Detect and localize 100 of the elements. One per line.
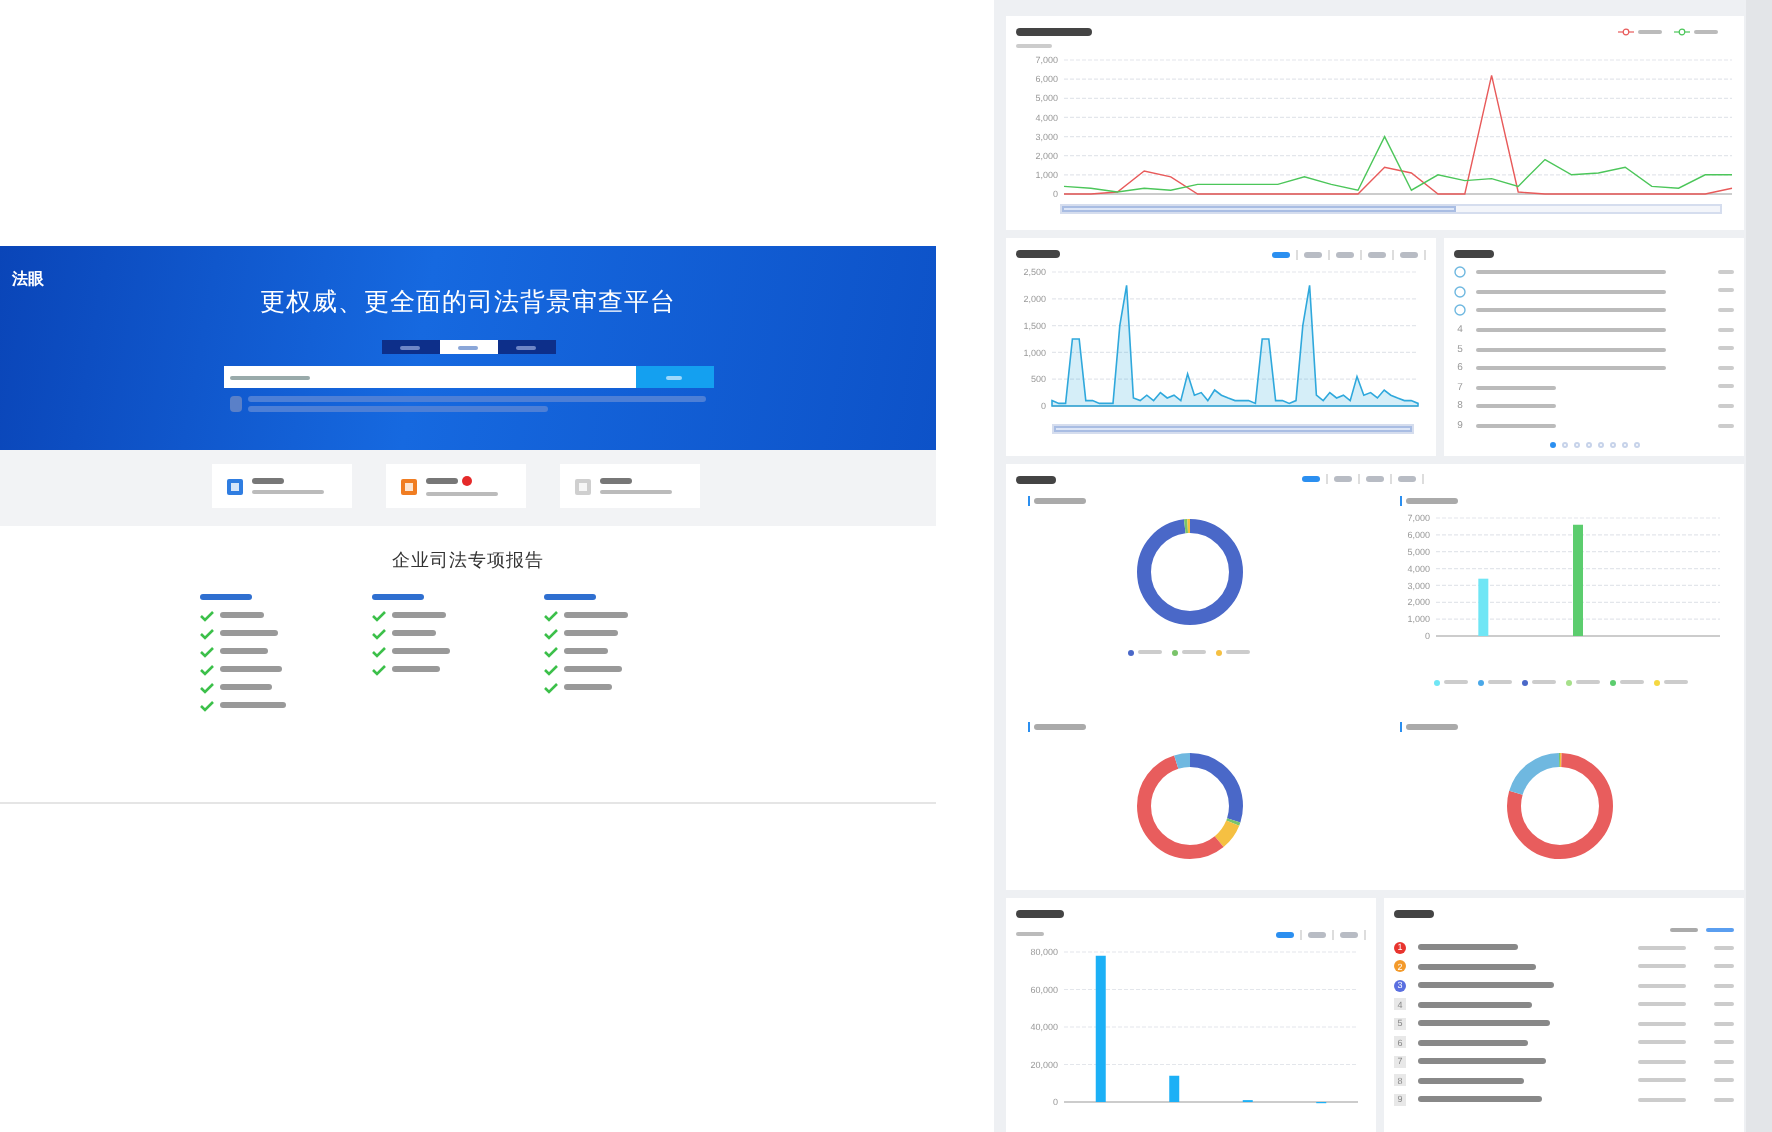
blurred-text (252, 478, 284, 484)
blurred-text (1016, 28, 1092, 36)
blurred-text (600, 478, 632, 484)
legend-dot-icon (1433, 679, 1440, 686)
blurred-text (1531, 680, 1556, 685)
blurred-text (1663, 680, 1688, 685)
blurred-text (426, 478, 458, 484)
search-tab[interactable] (497, 340, 555, 354)
blurred-text (220, 648, 268, 654)
blurred-text (1638, 1040, 1686, 1045)
blurred-text (372, 594, 424, 600)
blurred-text (1638, 1002, 1686, 1007)
blurred-text (1405, 498, 1457, 505)
blurred-text (1418, 982, 1554, 989)
blurred-text (392, 630, 436, 636)
blurred-text (1454, 250, 1494, 259)
legend-dot-icon (1216, 649, 1223, 656)
badge-icon (462, 476, 472, 486)
zoom-slider[interactable] (1062, 206, 1457, 212)
feature-card[interactable] (560, 464, 700, 508)
legend-dot-icon (1128, 649, 1135, 656)
legend-dot-icon (1653, 679, 1660, 686)
logo[interactable]: 法眼 (12, 268, 924, 288)
blurred-text (1418, 1058, 1546, 1065)
blurred-text (220, 684, 272, 690)
search-field[interactable] (223, 366, 635, 388)
page-dot[interactable] (1597, 441, 1603, 448)
blurred-text (1638, 1078, 1686, 1083)
feature-card[interactable] (212, 464, 352, 508)
page-dot[interactable] (1585, 441, 1591, 448)
legend-dot-icon (1521, 679, 1528, 686)
blurred-text (1405, 724, 1457, 731)
blurred-text (1638, 1097, 1686, 1102)
section-title: 企业司法专项报告 (392, 548, 544, 574)
donut-chart-drawing (1507, 752, 1614, 859)
blurred-text (1394, 910, 1434, 919)
blurred-text (1034, 498, 1086, 505)
blurred-text (220, 702, 286, 708)
page-dot[interactable] (1621, 441, 1627, 448)
bar (1169, 1076, 1180, 1103)
blurred-text (392, 648, 450, 654)
blurred-text (1138, 650, 1163, 655)
legend-dot-icon (1477, 679, 1484, 686)
page-dot[interactable] (1549, 441, 1555, 448)
blurred-text (1016, 932, 1044, 937)
blurred-text (1476, 423, 1556, 428)
blurred-text (220, 630, 278, 636)
scrollbar[interactable] (1746, 0, 1772, 1132)
blurred-text (1619, 680, 1644, 685)
bar (1477, 578, 1488, 636)
search-button[interactable] (635, 366, 713, 388)
blurred-text (1418, 1096, 1542, 1103)
blurred-text (1016, 250, 1060, 259)
blurred-text (564, 666, 622, 672)
blurred-text (564, 630, 618, 636)
blurred-text (1418, 1039, 1528, 1046)
headline: 更权威、更全面的司法背景审查平台 (260, 288, 676, 316)
blurred-text (230, 396, 242, 412)
blurred-text (392, 666, 440, 672)
page-dot[interactable] (1573, 441, 1579, 448)
blurred-text (1226, 650, 1251, 655)
blurred-text (220, 666, 282, 672)
blurred-text (1418, 1077, 1524, 1084)
blurred-text (1182, 650, 1207, 655)
blurred-text (1443, 680, 1468, 685)
blurred-text (564, 648, 608, 654)
bar (1572, 524, 1582, 636)
zoom-slider[interactable] (1054, 426, 1412, 433)
blurred-text (544, 594, 596, 600)
blurred-text (1670, 928, 1698, 933)
blurred-text (1638, 983, 1686, 988)
blurred-text (564, 612, 628, 618)
blurred-text (200, 594, 252, 600)
legend-dot-icon (1172, 649, 1179, 656)
blurred-text (564, 684, 612, 690)
blurred-text (1638, 964, 1686, 969)
legend-dot-icon (1565, 679, 1572, 686)
blurred-text (1638, 1059, 1686, 1064)
page-dot[interactable] (1633, 441, 1639, 448)
blurred-text (1638, 1021, 1686, 1026)
blurred-text (1016, 475, 1056, 484)
blurred-text (1418, 1020, 1550, 1027)
blurred-text (1487, 680, 1512, 685)
blurred-text (1575, 680, 1600, 685)
blurred-text (392, 612, 446, 618)
feature-card[interactable] (386, 464, 526, 508)
blurred-text (1476, 404, 1556, 409)
blurred-text (1034, 724, 1086, 731)
blurred-text (1418, 1001, 1532, 1008)
blurred-text (1476, 385, 1556, 390)
blurred-text (1706, 928, 1734, 933)
blurred-text (1016, 910, 1064, 919)
search-tab[interactable] (381, 340, 439, 354)
blurred-text (220, 612, 264, 618)
page-dot[interactable] (1561, 441, 1567, 448)
search-tab[interactable] (439, 340, 497, 354)
blurred-text (1418, 944, 1518, 951)
page-dot[interactable] (1609, 441, 1615, 448)
blurred-text (1638, 945, 1686, 950)
donut-chart-drawing (1136, 518, 1243, 625)
